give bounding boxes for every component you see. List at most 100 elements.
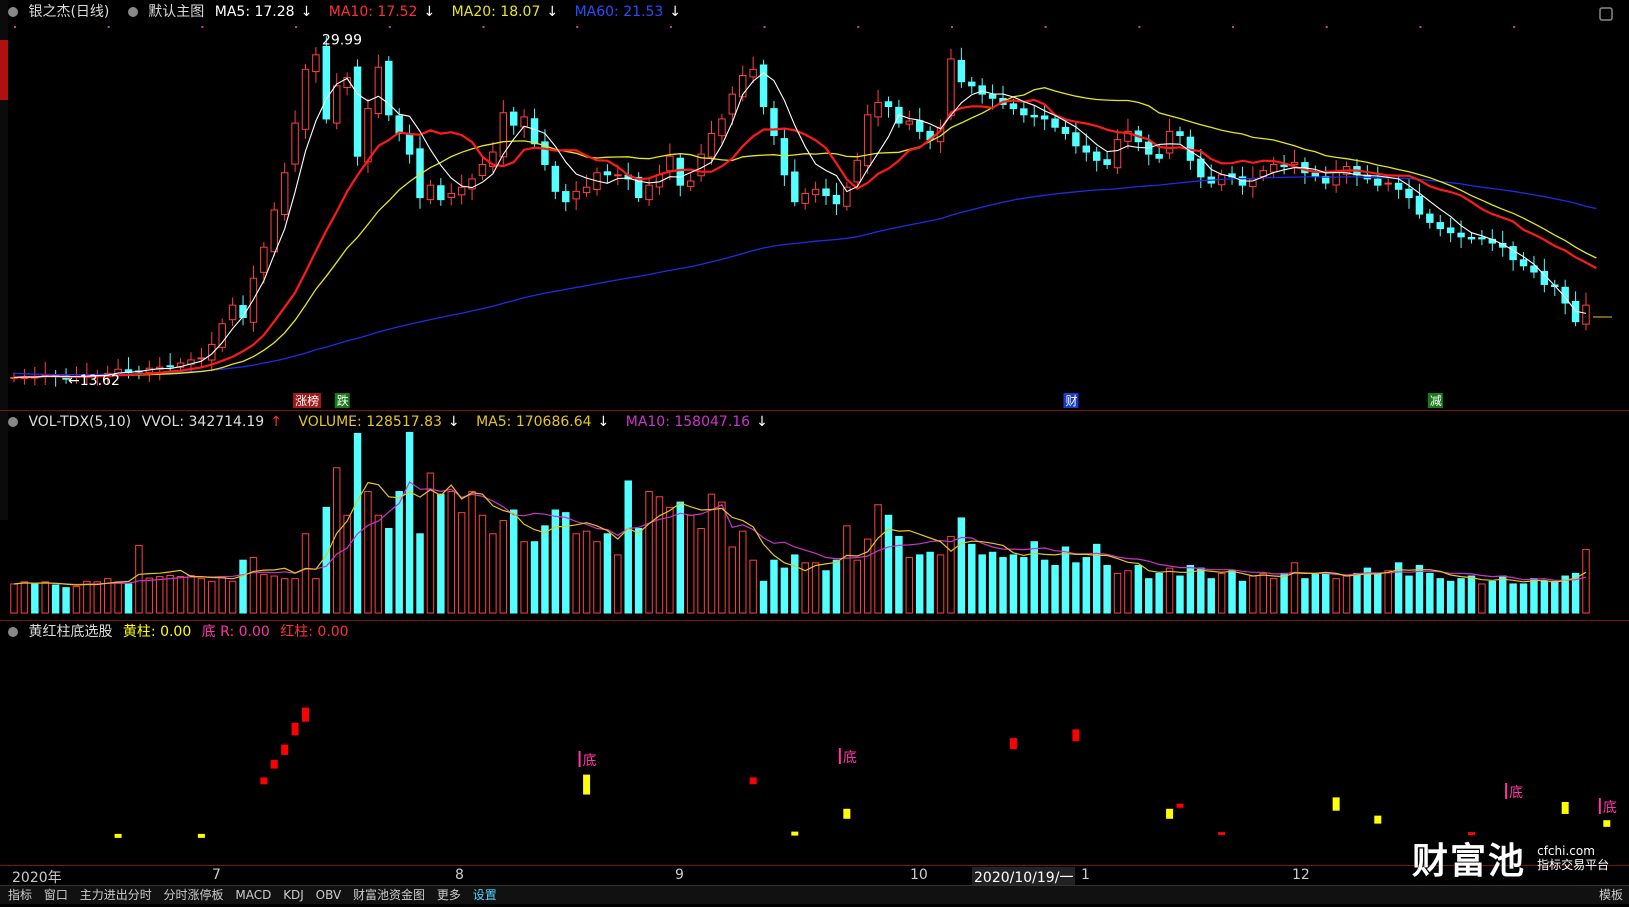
indicator-menu-dot-icon[interactable] [8, 627, 18, 637]
top-marker-dot [388, 26, 391, 28]
volume-bar [478, 514, 487, 614]
candle-body [1020, 108, 1028, 116]
toolbar-item-window[interactable]: 窗口 [44, 888, 68, 902]
candle-body [1280, 164, 1288, 168]
toolbar-item-fund-chart[interactable]: 财富池资金图 [353, 888, 425, 902]
volume-bar [1457, 578, 1465, 614]
volume-bar [93, 581, 102, 614]
top-marker-dot [295, 26, 298, 28]
di-label: 底 [1603, 800, 1617, 816]
toolbar-item-macd[interactable]: MACD [235, 888, 271, 902]
volume-bar [1269, 578, 1278, 614]
left-side-strip[interactable] [0, 0, 8, 520]
candle-body [801, 192, 809, 204]
toolbar-item-limit-up[interactable]: 分时涨停板 [164, 888, 224, 902]
volume-bar [832, 559, 841, 614]
volume-bar [947, 535, 955, 614]
volume-bar [31, 583, 39, 614]
di-marker-line [1505, 783, 1508, 799]
volume-bar [114, 581, 122, 614]
candle-body [218, 323, 226, 348]
vma5-value: MA5: 170686.64 ↓ [476, 414, 610, 430]
toolbar-template-button[interactable]: 模板 [1599, 886, 1623, 904]
toolbar-item-kdj[interactable]: KDJ [283, 888, 304, 902]
volume-bar [301, 533, 310, 614]
pane-separator-1[interactable] [0, 410, 1629, 411]
chart-svg[interactable]: 29.99←13.62涨榜跌财减底 底底底 [0, 0, 1629, 903]
template-dot-icon[interactable] [127, 7, 138, 17]
template-name[interactable]: 默认主图 [148, 4, 204, 20]
toolbar-item-obv[interactable]: OBV [316, 888, 342, 902]
volume-bar [1103, 564, 1111, 614]
yellow-bar-value: 黄柱: 0.00 [122, 624, 192, 640]
volume-bar [1363, 567, 1372, 614]
candle-body [395, 115, 403, 134]
candle-body [645, 184, 653, 201]
volume-bar [249, 557, 258, 614]
toolbar-item-settings[interactable]: 设置 [473, 888, 497, 902]
volume-bar [1207, 578, 1215, 614]
candle-body [1269, 163, 1278, 173]
candle-body [1290, 161, 1299, 166]
volume-bar [405, 431, 414, 614]
volume-indicator-title[interactable]: VOL-TDX(5,10) [28, 414, 131, 430]
toolbar-item-more[interactable]: 更多 [437, 888, 461, 902]
top-marker-dot [1138, 26, 1141, 28]
candle-body [405, 134, 414, 155]
volume-bar [770, 559, 778, 614]
volume-bar [457, 512, 466, 614]
toolbar-item-main-flow[interactable]: 主力进出分时 [80, 888, 152, 902]
candle-body [707, 132, 716, 158]
volume-bar [1353, 572, 1361, 614]
top-marker-dot [1044, 26, 1047, 28]
volume-bar [562, 512, 570, 614]
candle-body [1072, 132, 1080, 147]
candle-body [437, 185, 445, 201]
candle-body [447, 192, 455, 198]
ma60-value: MA60: 21.53 ↓ [574, 4, 682, 20]
logo-site: cfchi.com [1537, 844, 1595, 858]
di-label: 底 [583, 753, 597, 769]
axis-year: 2020年 [12, 870, 62, 886]
yellow-bar [1374, 815, 1382, 824]
watermark-logo: 财富池 cfchi.com 指标交易平台 [1412, 832, 1609, 884]
volume-bar [1051, 564, 1059, 614]
candle-body [874, 101, 882, 118]
volume-bar [145, 577, 154, 614]
vvol-value: VVOL: 342714.19 ↑ [141, 414, 282, 430]
candle-body [562, 191, 570, 203]
indicator-title[interactable]: 黄红柱底选股 [28, 624, 112, 640]
red-bar [1072, 729, 1080, 742]
volume-bar [1165, 567, 1174, 614]
candle-body [312, 54, 320, 73]
axis-month-12: 12 [1292, 867, 1310, 883]
candle-body [551, 165, 560, 192]
top-marker-dot [1325, 26, 1328, 28]
volume-bar [603, 533, 612, 614]
volume-bar [874, 504, 882, 614]
toolbar-item-indicator[interactable]: 指标 [8, 888, 32, 902]
volume-bar [124, 583, 133, 614]
volume-bar [759, 580, 768, 614]
volume-bar [749, 559, 757, 614]
candle-body [1082, 145, 1091, 153]
stock-title[interactable]: 银之杰(日线) [28, 4, 109, 20]
ma20-value: MA20: 18.07 ↓ [451, 4, 559, 20]
volume-bar [468, 491, 476, 614]
volume-bar [291, 578, 299, 614]
volume-bar [1530, 578, 1538, 614]
volume-menu-dot-icon[interactable] [8, 417, 18, 427]
pane-separator-3 [0, 865, 1629, 866]
high-price-label: 29.99 [322, 33, 362, 49]
candle-body [1467, 236, 1476, 240]
candle-body [759, 64, 768, 108]
volume-bar [1020, 557, 1028, 614]
pane-separator-2[interactable] [0, 620, 1629, 621]
volume-bar [1519, 583, 1528, 614]
candle-body [520, 116, 528, 128]
volume-bar [447, 491, 455, 614]
header-menu-dot-icon[interactable] [8, 7, 18, 17]
candle-body [1009, 103, 1018, 110]
candle-body [353, 66, 362, 157]
ma10-line [13, 98, 1597, 379]
